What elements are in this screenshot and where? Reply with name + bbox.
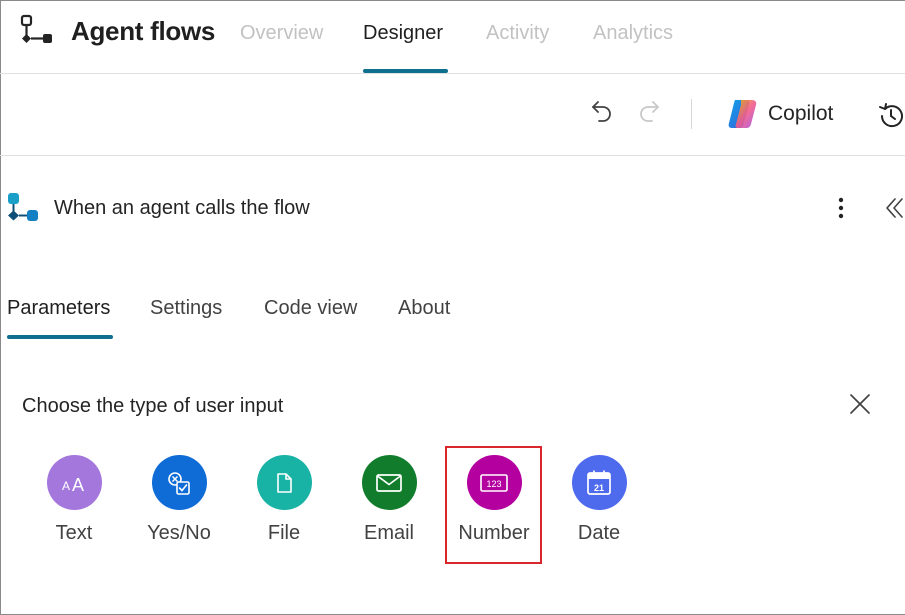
undo-icon[interactable]: [590, 99, 614, 125]
input-type-text[interactable]: A A Text: [24, 455, 124, 545]
email-icon: [361, 455, 417, 510]
input-type-yes-no[interactable]: Yes/No: [129, 455, 229, 545]
option-label: Text: [55, 522, 93, 544]
tab-analytics[interactable]: Analytics: [593, 22, 673, 45]
copilot-button[interactable]: Copilot: [726, 97, 833, 131]
option-label: Date: [577, 522, 621, 544]
tab-settings[interactable]: Settings: [150, 297, 222, 320]
trigger-title: When an agent calls the flow: [54, 197, 310, 219]
flow-app-icon: [20, 14, 52, 43]
history-icon[interactable]: [877, 102, 905, 130]
file-icon: [256, 455, 312, 510]
svg-text:A: A: [62, 479, 70, 493]
option-label: Yes/No: [147, 522, 211, 544]
input-type-file[interactable]: File: [234, 455, 334, 545]
option-label: Email: [363, 522, 414, 544]
tab-about[interactable]: About: [398, 297, 450, 320]
more-options-icon[interactable]: [834, 196, 848, 220]
toolbar-divider: [691, 99, 692, 129]
redo-icon[interactable]: [637, 99, 661, 125]
copilot-label: Copilot: [768, 102, 834, 125]
active-panel-tab-indicator: [7, 335, 113, 339]
tab-overview[interactable]: Overview: [240, 22, 323, 45]
svg-text:A: A: [72, 475, 84, 495]
app-title: Agent flows: [71, 16, 216, 46]
tab-activity[interactable]: Activity: [486, 22, 549, 45]
collapse-panel-icon[interactable]: [884, 196, 905, 220]
number-option-highlight: [445, 446, 542, 564]
option-label: File: [267, 522, 301, 544]
copilot-icon: [728, 100, 757, 128]
svg-text:21: 21: [594, 483, 604, 493]
calendar-icon: 21: [571, 455, 627, 510]
chooser-title: Choose the type of user input: [22, 395, 284, 417]
text-icon: A A: [46, 455, 102, 510]
active-tab-indicator: [363, 69, 448, 73]
input-type-email[interactable]: Email: [339, 455, 439, 545]
tab-designer[interactable]: Designer: [363, 22, 443, 45]
close-icon[interactable]: [849, 393, 871, 415]
yes-no-icon: [151, 455, 207, 510]
input-type-date[interactable]: 21 Date: [549, 455, 649, 545]
agent-trigger-icon: [8, 193, 38, 221]
designer-toolbar: Copilot: [0, 75, 905, 156]
tab-code-view[interactable]: Code view: [264, 297, 357, 320]
tab-parameters[interactable]: Parameters: [7, 297, 110, 320]
app-header: Agent flows Overview Designer Activity A…: [0, 0, 905, 74]
